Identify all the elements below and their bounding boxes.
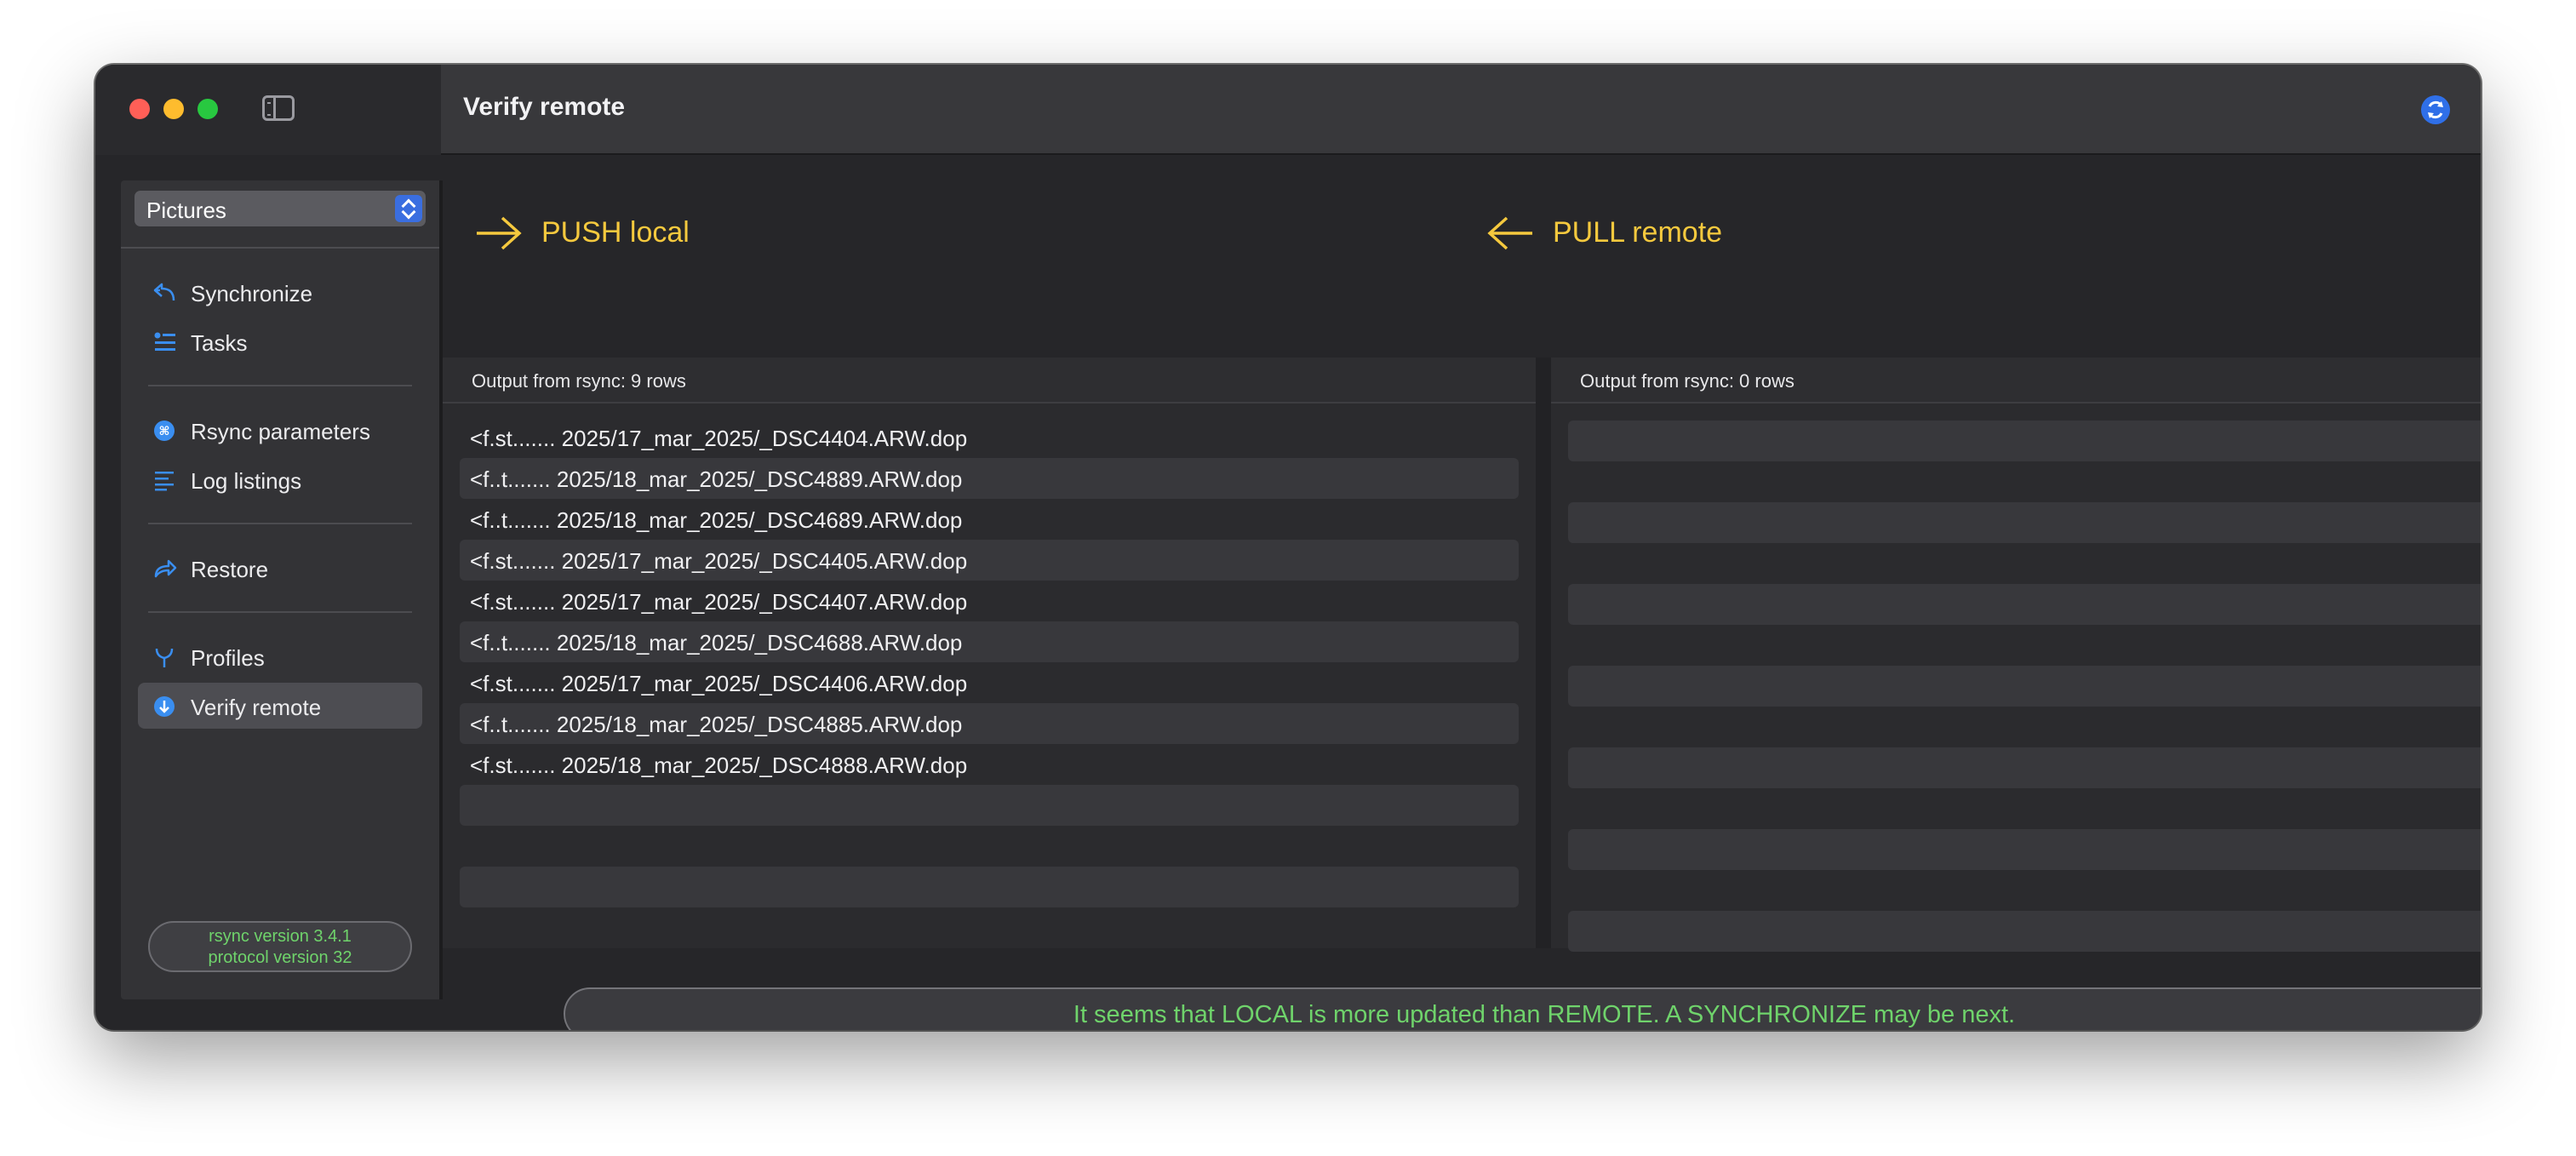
sidebar-item-synchronize[interactable]: Synchronize <box>138 269 422 315</box>
list-item-empty <box>1568 829 2481 870</box>
restore-icon <box>154 559 177 578</box>
arrow-right-icon <box>477 216 522 250</box>
pull-remote-title: PULL remote <box>1553 216 1723 249</box>
sidebar-item-profiles[interactable]: Profiles <box>138 633 422 679</box>
list-item-empty <box>1568 707 2481 747</box>
log-listings-icon <box>155 472 174 491</box>
list-item-empty <box>1568 502 2481 543</box>
sidebar-item-restore[interactable]: Restore <box>138 545 422 591</box>
sidebar-item-label: Synchronize <box>191 281 313 306</box>
push-local-title: PUSH local <box>541 216 690 249</box>
zoom-window-button[interactable] <box>197 99 218 119</box>
sidebar-divider <box>148 523 412 524</box>
titlebar: Verify remote <box>441 65 2481 155</box>
sidebar-item-rsync-parameters[interactable]: ⌘ Rsync parameters <box>138 407 422 453</box>
sidebar: Pictures Synchronize Tasks ⌘ Rsync param… <box>121 180 439 999</box>
minimize-window-button[interactable] <box>163 99 184 119</box>
sidebar-item-label: Rsync parameters <box>191 419 370 444</box>
list-item[interactable]: <f..t....... 2025/18_mar_2025/_DSC4889.A… <box>460 458 1519 499</box>
pull-remote-heading: PULL remote <box>1486 209 1912 260</box>
profiles-icon <box>155 648 174 667</box>
list-item-empty <box>460 867 1519 907</box>
list-item-empty <box>1568 625 2481 666</box>
list-item-empty <box>1568 543 2481 584</box>
list-item[interactable]: <f..t....... 2025/18_mar_2025/_DSC4689.A… <box>460 499 1519 540</box>
close-window-button[interactable] <box>129 99 150 119</box>
sidebar-item-log-listings[interactable]: Log listings <box>138 456 422 502</box>
push-output-list[interactable]: Output from rsync: 9 rows <f.st....... 2… <box>443 358 1536 948</box>
profile-select[interactable]: Pictures <box>135 191 426 226</box>
list-item[interactable]: <f.st....... 2025/17_mar_2025/_DSC4406.A… <box>460 662 1519 703</box>
app-window: Verify remote Pictures Synchronize Tasks… <box>95 65 2481 1030</box>
list-item-empty <box>1568 747 2481 788</box>
list-item-empty <box>1568 911 2481 952</box>
rsync-version-badge: rsync version 3.4.1 protocol version 32 <box>148 921 412 972</box>
push-output-header: Output from rsync: 9 rows <box>443 358 1536 403</box>
sidebar-divider <box>121 247 439 249</box>
panel-split-divider <box>1536 358 1551 948</box>
sidebar-item-tasks[interactable]: Tasks <box>138 318 422 364</box>
pull-output-header: Output from rsync: 0 rows <box>1551 358 2481 403</box>
sidebar-item-verify-remote[interactable]: Verify remote <box>138 683 422 729</box>
sidebar-item-label: Verify remote <box>191 695 322 720</box>
sidebar-item-label: Restore <box>191 557 269 582</box>
rsync-version-text: rsync version 3.4.1 <box>209 927 352 946</box>
sidebar-toggle-icon[interactable] <box>262 95 295 121</box>
protocol-version-text: protocol version 32 <box>208 948 352 967</box>
push-local-heading: PUSH local <box>475 209 901 260</box>
chevron-up-down-icon[interactable] <box>395 195 422 222</box>
sync-status-icon[interactable] <box>2421 95 2450 124</box>
list-item[interactable]: <f.st....... 2025/17_mar_2025/_DSC4405.A… <box>460 540 1519 581</box>
titlebar-left <box>95 65 441 155</box>
arrow-left-icon <box>1487 216 1532 250</box>
sidebar-divider <box>148 385 412 386</box>
sidebar-item-label: Log listings <box>191 468 302 494</box>
verify-remote-icon <box>154 696 175 717</box>
list-item-empty <box>460 785 1519 826</box>
page-title: Verify remote <box>463 93 626 121</box>
synchronize-icon <box>153 283 175 301</box>
list-item-empty <box>1568 666 2481 707</box>
list-item-empty <box>1568 870 2481 911</box>
status-message: It seems that LOCAL is more updated than… <box>564 987 2481 1030</box>
profile-select-value: Pictures <box>146 197 226 223</box>
pull-output-list[interactable]: Output from rsync: 0 rows <box>1551 358 2481 952</box>
list-item[interactable]: <f..t....... 2025/18_mar_2025/_DSC4885.A… <box>460 703 1519 744</box>
svg-text:⌘: ⌘ <box>159 425 170 438</box>
sidebar-item-label: Tasks <box>191 330 248 356</box>
tasks-icon <box>154 332 175 351</box>
rsync-parameters-icon: ⌘ <box>154 421 175 441</box>
list-item[interactable]: <f.st....... 2025/17_mar_2025/_DSC4404.A… <box>460 417 1519 458</box>
list-item[interactable]: <f.st....... 2025/17_mar_2025/_DSC4407.A… <box>460 581 1519 621</box>
list-item-empty <box>460 826 1519 867</box>
list-item-empty <box>1568 584 2481 625</box>
list-item[interactable]: <f.st....... 2025/18_mar_2025/_DSC4888.A… <box>460 744 1519 785</box>
list-item-empty <box>1568 421 2481 461</box>
list-item[interactable]: <f..t....... 2025/18_mar_2025/_DSC4688.A… <box>460 621 1519 662</box>
list-item-empty <box>1568 461 2481 502</box>
sidebar-item-label: Profiles <box>191 645 265 671</box>
sidebar-divider <box>148 611 412 613</box>
list-item-empty <box>1568 788 2481 829</box>
